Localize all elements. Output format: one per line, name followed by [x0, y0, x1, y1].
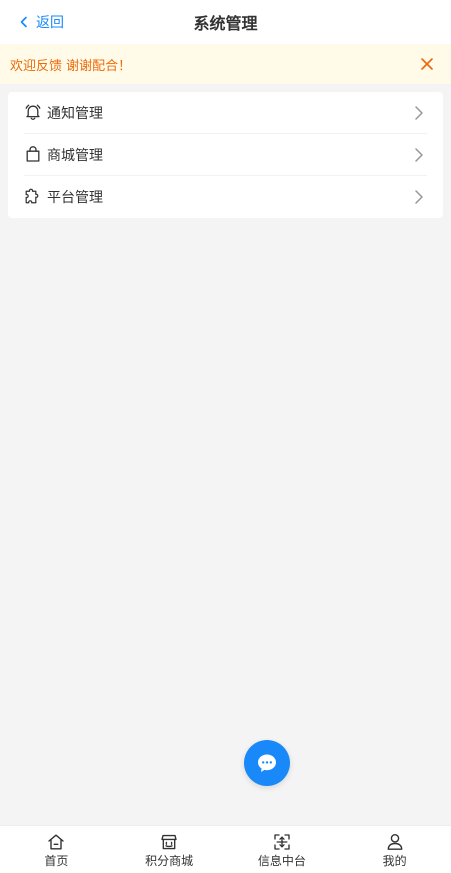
menu-card: 通知管理 商城管理 平台管理: [8, 92, 443, 218]
shop-icon: [161, 834, 177, 850]
nav-bar: 返回 系统管理: [0, 0, 451, 44]
chevron-right-icon: [415, 190, 423, 204]
menu-item-platform-management[interactable]: 平台管理: [8, 176, 443, 218]
menu-item-label: 商城管理: [47, 148, 103, 164]
tab-label: 信息中台: [257, 854, 306, 868]
tab-points-mall[interactable]: 积分商城: [113, 826, 226, 873]
home-icon: [48, 834, 65, 850]
notice-text: 欢迎反馈 谢谢配合！: [10, 58, 132, 74]
bell-icon: [25, 104, 41, 120]
tab-mine[interactable]: 我的: [338, 826, 451, 873]
menu-item-label: 通知管理: [47, 106, 103, 122]
chat-bubble-icon: [258, 754, 276, 772]
page-title: 系统管理: [193, 14, 258, 33]
tab-label: 首页: [44, 854, 69, 868]
chevron-right-icon: [415, 148, 423, 162]
close-icon[interactable]: [419, 56, 435, 72]
menu-item-notification-management[interactable]: 通知管理: [8, 92, 443, 134]
notice-bar: 欢迎反馈 谢谢配合！: [0, 44, 451, 84]
puzzle-icon: [25, 188, 39, 204]
tab-label: 我的: [382, 854, 407, 868]
menu-item-mall-management[interactable]: 商城管理: [8, 134, 443, 176]
tab-label: 积分商城: [145, 854, 194, 868]
chat-button[interactable]: [244, 740, 290, 786]
shopping-bag-icon: [26, 146, 40, 162]
user-icon: [387, 834, 403, 850]
tab-home[interactable]: 首页: [0, 826, 113, 873]
tab-bar: 首页 积分商城 信息中台 我的: [0, 825, 451, 873]
chevron-right-icon: [415, 106, 423, 120]
menu-item-label: 平台管理: [47, 190, 103, 206]
scan-icon: [274, 834, 290, 850]
tab-info-center[interactable]: 信息中台: [226, 826, 339, 873]
